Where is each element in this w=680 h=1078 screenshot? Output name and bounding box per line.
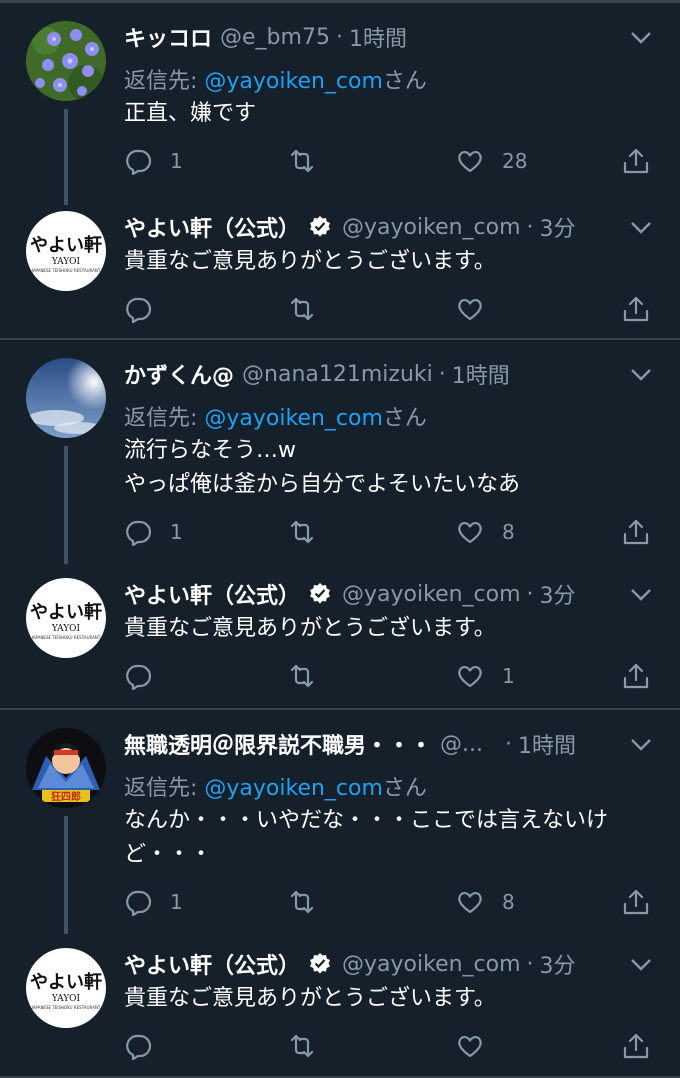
tweet-text: 貴重なご意見ありがとうございます。 (124, 612, 640, 646)
retweet-button[interactable] (288, 660, 334, 692)
heart-icon (458, 665, 482, 688)
separator: · (526, 581, 534, 607)
logo-en: YAYOI (51, 994, 81, 1004)
chevron-down-icon[interactable] (630, 221, 652, 235)
display-name[interactable]: やよい軒（公式） (124, 948, 300, 980)
timestamp[interactable]: 3分 (540, 211, 576, 243)
avatar[interactable]: やよい軒 YAYOI JAPANESE TEISHOKU RESTAURANT (26, 211, 106, 291)
like-button[interactable] (456, 293, 502, 325)
reply-icon (126, 297, 152, 323)
tweet-actions: 1 (124, 660, 654, 692)
logo-en: YAYOI (51, 624, 81, 634)
share-icon (623, 663, 649, 689)
logo-sub: JAPANESE TEISHOKU RESTAURANT (31, 1005, 101, 1010)
reply-icon (126, 1034, 152, 1060)
reply-icon (126, 664, 152, 690)
verified-badge-icon (310, 953, 331, 974)
tweet-header: やよい軒（公式） @yayoiken_com · 3分 (124, 946, 620, 982)
avatar[interactable]: やよい軒 YAYOI JAPANESE TEISHOKU RESTAURANT (26, 578, 106, 658)
tweet-yayoi-reply-2[interactable]: やよい軒 YAYOI JAPANESE TEISHOKU RESTAURANT … (0, 340, 680, 710)
logo-jp: やよい軒 (30, 971, 102, 993)
tweet-actions (124, 293, 654, 325)
tweet-yayoi-reply-1[interactable]: やよい軒 YAYOI JAPANESE TEISHOKU RESTAURANT … (0, 3, 680, 340)
timestamp[interactable]: 3分 (540, 578, 576, 610)
user-handle[interactable]: @yayoiken_com (342, 952, 521, 977)
separator: · (526, 214, 534, 240)
yayoi-logo-avatar: やよい軒 YAYOI JAPANESE TEISHOKU RESTAURANT (26, 211, 106, 291)
verified-badge-icon (310, 583, 331, 604)
heart-icon (458, 1035, 482, 1058)
yayoi-logo-avatar: やよい軒 YAYOI JAPANESE TEISHOKU RESTAURANT (26, 578, 106, 658)
separator: · (526, 951, 534, 977)
chevron-down-icon[interactable] (630, 958, 652, 972)
verified-badge-icon (310, 216, 331, 237)
like-count: 1 (502, 664, 515, 688)
logo-en: YAYOI (51, 257, 81, 267)
tweet-text-line: 貴重なご意見ありがとうございます。 (124, 249, 496, 274)
like-button[interactable] (456, 1030, 502, 1062)
tweet-text-line: 貴重なご意見ありがとうございます。 (124, 616, 496, 641)
reply-button[interactable] (124, 660, 170, 692)
logo-jp: やよい軒 (30, 601, 102, 623)
heart-icon (458, 298, 482, 321)
share-button[interactable] (622, 293, 650, 325)
tweet-text-line: 貴重なご意見ありがとうございます。 (124, 986, 496, 1011)
user-handle[interactable]: @yayoiken_com (342, 215, 521, 240)
share-icon (623, 296, 649, 322)
like-button[interactable]: 1 (456, 660, 515, 692)
retweet-icon (290, 1034, 314, 1058)
retweet-button[interactable] (288, 1030, 334, 1062)
tweet-yayoi-reply-3[interactable]: やよい軒 YAYOI JAPANESE TEISHOKU RESTAURANT … (0, 710, 680, 1078)
retweet-icon (290, 664, 314, 688)
retweet-button[interactable] (288, 293, 334, 325)
retweet-icon (290, 297, 314, 321)
avatar[interactable]: やよい軒 YAYOI JAPANESE TEISHOKU RESTAURANT (26, 948, 106, 1028)
share-button[interactable] (622, 660, 650, 692)
tweet-header: やよい軒（公式） @yayoiken_com · 3分 (124, 576, 620, 612)
display-name[interactable]: やよい軒（公式） (124, 578, 300, 610)
logo-sub: JAPANESE TEISHOKU RESTAURANT (31, 268, 101, 273)
timestamp[interactable]: 3分 (540, 948, 576, 980)
display-name[interactable]: やよい軒（公式） (124, 211, 300, 243)
timeline: キッコロ @e_bm75 · 1時間 返信先: @yayoiken_comさん … (0, 0, 680, 1078)
reply-button[interactable] (124, 1030, 170, 1062)
share-icon (623, 1033, 649, 1059)
tweet-text: 貴重なご意見ありがとうございます。 (124, 982, 640, 1016)
tweet-actions (124, 1030, 654, 1062)
logo-jp: やよい軒 (30, 234, 102, 256)
share-button[interactable] (622, 1030, 650, 1062)
tweet-header: やよい軒（公式） @yayoiken_com · 3分 (124, 209, 620, 245)
logo-sub: JAPANESE TEISHOKU RESTAURANT (31, 635, 101, 640)
tweet-text: 貴重なご意見ありがとうございます。 (124, 245, 640, 279)
yayoi-logo-avatar: やよい軒 YAYOI JAPANESE TEISHOKU RESTAURANT (26, 948, 106, 1028)
reply-button[interactable] (124, 293, 170, 325)
user-handle[interactable]: @yayoiken_com (342, 582, 521, 607)
chevron-down-icon[interactable] (630, 588, 652, 602)
